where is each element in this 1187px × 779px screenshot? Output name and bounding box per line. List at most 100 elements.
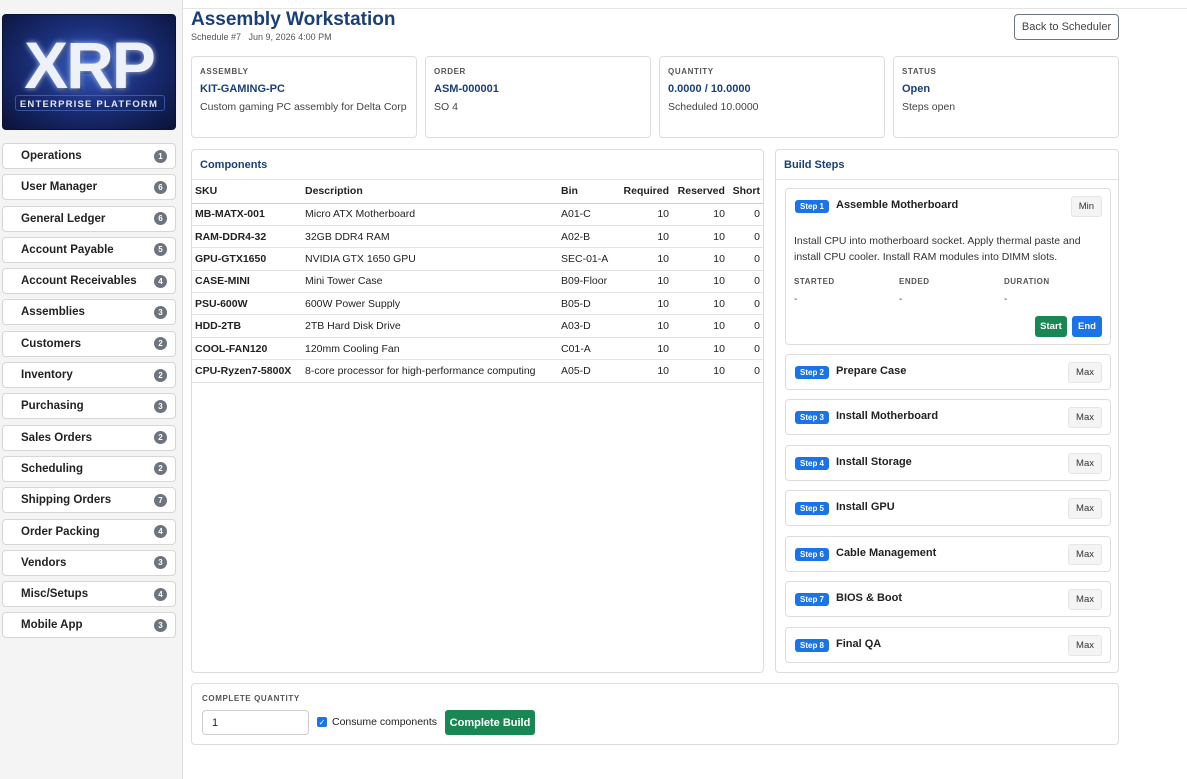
build-steps-panel: Build Steps Step 1 Assemble Motherboard Mi… <box>775 149 1119 673</box>
consume-components-checkbox[interactable]: ✓ <box>317 717 327 727</box>
page-subtitle: Schedule #7 Jun 9, 2026 4:00 PM <box>191 32 332 42</box>
sidebar-item-shipping-orders[interactable]: Shipping Orders 7 <box>2 487 176 514</box>
status-info-card: STATUS Open Steps open <box>893 56 1119 138</box>
xrp-logo[interactable]: XRP ENTERPRISE PLATFORM <box>2 14 176 130</box>
table-row[interactable]: COOL-FAN120 120mm Cooling Fan C01-A 10 10 0 <box>192 337 763 361</box>
sidebar: XRP ENTERPRISE PLATFORM Operations 1 User … <box>0 0 183 779</box>
sidebar-item-general-ledger[interactable]: General Ledger 6 <box>2 205 176 232</box>
table-row[interactable]: RAM-DDR4-32 32GB DDR4 RAM A02-B 10 10 0 <box>192 225 763 249</box>
cell-short: 0 <box>727 337 763 361</box>
build-step-5: Step 5 Install GPU Max <box>785 490 1111 526</box>
duration-value: - <box>1004 294 1008 305</box>
build-step-1: Step 1 Assemble Motherboard Min Install CPU… <box>785 188 1111 345</box>
col-reserved: Reserved <box>672 180 728 204</box>
cell-required: 10 <box>618 292 673 316</box>
sidebar-item-label: Order Packing <box>21 525 100 538</box>
cell-required: 10 <box>618 247 673 271</box>
step-toggle-button[interactable]: Max <box>1068 589 1102 610</box>
table-row[interactable]: CPU-Ryzen7-5800X 8-core processor for hig… <box>192 359 763 383</box>
step-title: Assemble Motherboard <box>836 199 959 211</box>
step-toggle-button[interactable]: Max <box>1068 407 1102 428</box>
start-button[interactable]: Start <box>1035 316 1067 337</box>
sidebar-item-sales-orders[interactable]: Sales Orders 2 <box>2 424 176 451</box>
col-sku: SKU <box>192 180 302 204</box>
sidebar-item-order-packing[interactable]: Order Packing 4 <box>2 518 176 545</box>
quantity-desc: Scheduled 10.0000 <box>668 101 759 113</box>
ended-label: ENDED <box>899 277 930 286</box>
cell-sku: CPU-Ryzen7-5800X <box>192 359 302 383</box>
cell-description: NVIDIA GTX 1650 GPU <box>302 247 558 271</box>
step-toggle-button[interactable]: Max <box>1068 635 1102 656</box>
cell-description: 120mm Cooling Fan <box>302 337 558 361</box>
complete-build-panel: COMPLETE QUANTITY ✓ Consume components C… <box>191 683 1119 745</box>
sidebar-item-misc-setups[interactable]: Misc/Setups 4 <box>2 581 176 608</box>
sidebar-item-count-badge: 4 <box>154 587 167 601</box>
complete-build-button[interactable]: Complete Build <box>445 710 535 735</box>
table-row[interactable]: MB-MATX-001 Micro ATX Motherboard A01-C 10 1… <box>192 203 763 226</box>
table-row[interactable]: CASE-MINI Mini Tower Case B09-Floor 10 10 0 <box>192 270 763 294</box>
sidebar-item-count-badge: 6 <box>154 180 167 194</box>
sidebar-item-account-payable[interactable]: Account Payable 5 <box>2 236 176 263</box>
step-number-badge: Step 6 <box>795 548 830 561</box>
sidebar-item-label: Purchasing <box>21 400 84 413</box>
consume-components-label[interactable]: Consume components <box>332 716 437 728</box>
sidebar-item-count-badge: 6 <box>154 212 167 226</box>
complete-quantity-input[interactable] <box>202 710 309 735</box>
sidebar-item-account-receivables[interactable]: Account Receivables 4 <box>2 268 176 295</box>
cell-reserved: 10 <box>672 314 728 338</box>
sidebar-item-purchasing[interactable]: Purchasing 3 <box>2 393 176 420</box>
started-label: STARTED <box>794 277 835 286</box>
col-required: Required <box>618 180 673 204</box>
step-toggle-button[interactable]: Max <box>1068 544 1102 565</box>
sidebar-item-label: Account Payable <box>21 243 114 256</box>
order-desc: SO 4 <box>434 101 458 113</box>
page-title: Assembly Workstation <box>191 9 396 30</box>
order-value: ASM-000001 <box>434 83 499 95</box>
step-toggle-button[interactable]: Max <box>1068 498 1102 519</box>
cell-sku: CASE-MINI <box>192 270 302 294</box>
sidebar-item-operations[interactable]: Operations 1 <box>2 143 176 169</box>
sidebar-item-count-badge: 2 <box>154 368 167 382</box>
cell-description: 32GB DDR4 RAM <box>302 225 558 249</box>
step-toggle-button[interactable]: Min <box>1070 196 1102 217</box>
components-table: SKU Description Bin Required Reserved Sh… <box>192 180 763 383</box>
step-number-badge: Step 5 <box>795 502 830 515</box>
table-row[interactable]: PSU-600W 600W Power Supply B05-D 10 10 0 <box>192 292 763 316</box>
sidebar-item-customers[interactable]: Customers 2 <box>2 330 176 357</box>
sidebar-item-count-badge: 5 <box>154 243 167 257</box>
end-button[interactable]: End <box>1072 316 1102 337</box>
cell-short: 0 <box>727 359 763 383</box>
sidebar-item-user-manager[interactable]: User Manager 6 <box>2 174 176 201</box>
sidebar-item-scheduling[interactable]: Scheduling 2 <box>2 455 176 482</box>
sidebar-item-vendors[interactable]: Vendors 3 <box>2 549 176 576</box>
cell-short: 0 <box>727 247 763 271</box>
sidebar-item-label: Assemblies <box>21 306 85 319</box>
quantity-caption: QUANTITY <box>668 67 714 76</box>
quantity-value: 0.0000 / 10.0000 <box>668 83 751 95</box>
step-instructions: Install CPU into motherboard socket. App… <box>794 235 1081 263</box>
build-step-6: Step 6 Cable Management Max <box>785 536 1111 572</box>
assembly-desc: Custom gaming PC assembly for Delta Corp <box>200 101 407 113</box>
step-number-badge: Step 3 <box>795 411 830 424</box>
cell-short: 0 <box>727 314 763 338</box>
sidebar-item-assemblies[interactable]: Assemblies 3 <box>2 299 176 326</box>
sidebar-item-label: Sales Orders <box>21 431 92 444</box>
cell-bin: B05-D <box>558 292 618 316</box>
logo-subtext: ENTERPRISE PLATFORM <box>19 99 159 110</box>
sidebar-item-label: Vendors <box>21 556 67 569</box>
sidebar-item-count-badge: 3 <box>154 305 167 319</box>
step-toggle-button[interactable]: Max <box>1068 453 1102 474</box>
build-step-2: Step 2 Prepare Case Max <box>785 354 1111 390</box>
sidebar-item-label: Inventory <box>21 369 73 382</box>
cell-reserved: 10 <box>672 247 728 271</box>
sidebar-item-mobile-app[interactable]: Mobile App 3 <box>2 612 176 639</box>
status-desc: Steps open <box>902 101 956 113</box>
table-row[interactable]: HDD-2TB 2TB Hard Disk Drive A03-D 10 10 0 <box>192 314 763 338</box>
back-to-scheduler-button[interactable]: Back to Scheduler <box>1014 14 1119 40</box>
sidebar-item-count-badge: 2 <box>154 337 167 351</box>
step-toggle-button[interactable]: Max <box>1068 362 1102 383</box>
cell-bin: C01-A <box>558 337 618 361</box>
table-row[interactable]: GPU-GTX1650 NVIDIA GTX 1650 GPU SEC-01-A 10… <box>192 247 763 271</box>
sidebar-item-inventory[interactable]: Inventory 2 <box>2 362 176 389</box>
cell-bin: A02-B <box>558 225 618 249</box>
